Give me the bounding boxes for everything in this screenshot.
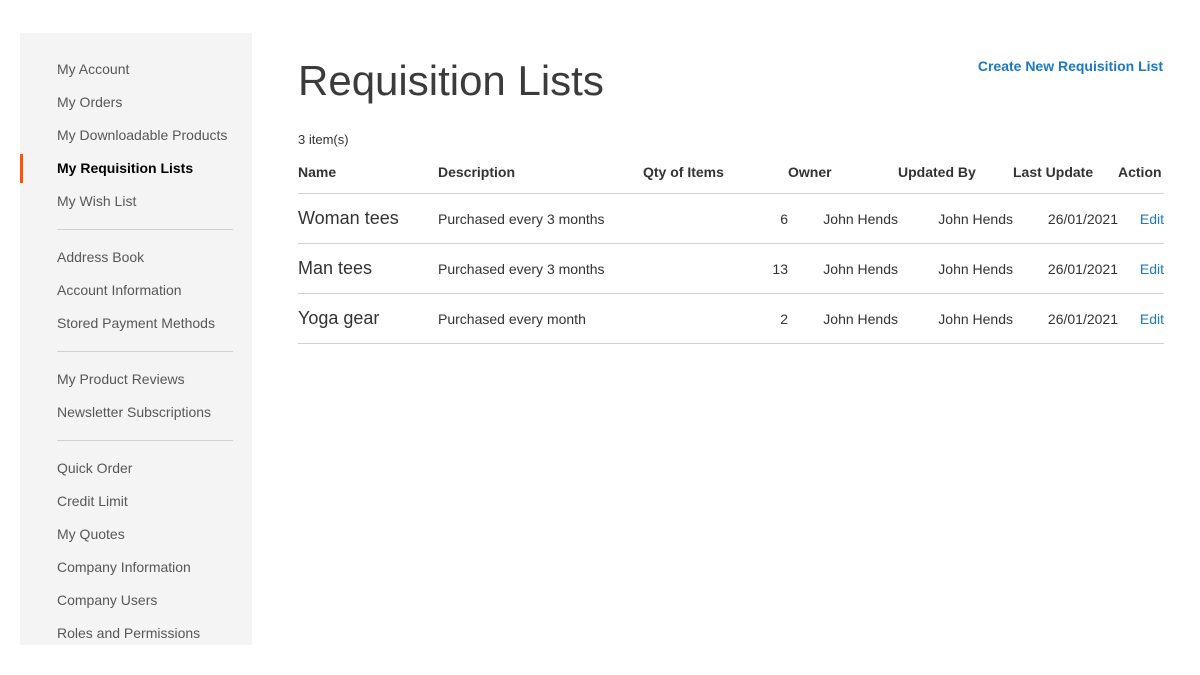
account-sidebar-nav: My Account My Orders My Downloadable Produ… bbox=[20, 33, 252, 645]
sidebar-item-my-wish-list[interactable]: My Wish List bbox=[20, 185, 252, 218]
column-header-action: Action bbox=[1118, 164, 1164, 194]
cell-desc: Purchased every 3 months bbox=[438, 243, 643, 294]
cell-action: Edit bbox=[1118, 293, 1164, 344]
cell-date: 26/01/2021 bbox=[1013, 293, 1118, 344]
table-row: Woman tees Purchased every 3 months 6 John … bbox=[298, 193, 1164, 244]
sidebar-item-my-requisition-lists[interactable]: My Requisition Lists bbox=[20, 152, 252, 185]
sidebar-item-credit-limit[interactable]: Credit Limit bbox=[20, 485, 252, 518]
sidebar-item-account-information[interactable]: Account Information bbox=[20, 274, 252, 307]
sidebar-item-my-account[interactable]: My Account bbox=[20, 53, 252, 86]
cell-action: Edit bbox=[1118, 193, 1164, 244]
cell-desc: Purchased every month bbox=[438, 293, 643, 344]
sidebar-item-my-downloadable-products[interactable]: My Downloadable Products bbox=[20, 119, 252, 152]
cell-owner: John Hends bbox=[788, 193, 898, 244]
sidebar-active-accent-bar bbox=[20, 154, 23, 183]
cell-updated: John Hends bbox=[898, 193, 1013, 244]
sidebar-item-label: Roles and Permissions bbox=[57, 625, 201, 641]
cell-qty: 13 bbox=[643, 243, 788, 294]
sidebar-group: Address Book Account Information Stored Pa… bbox=[20, 241, 252, 340]
sidebar-divider bbox=[57, 229, 233, 230]
cell-name: Man tees bbox=[298, 243, 438, 294]
sidebar-item-label: My Downloadable Products bbox=[57, 127, 228, 143]
sidebar-item-label: Credit Limit bbox=[57, 493, 128, 509]
edit-link[interactable]: Edit bbox=[1140, 311, 1164, 327]
column-header-owner: Owner bbox=[788, 164, 898, 194]
column-header-desc: Description bbox=[438, 164, 643, 194]
sidebar-item-address-book[interactable]: Address Book bbox=[20, 241, 252, 274]
sidebar-item-label: Address Book bbox=[57, 249, 145, 265]
sidebar-item-label: My Quotes bbox=[57, 526, 125, 542]
edit-link[interactable]: Edit bbox=[1140, 261, 1164, 277]
table-body: Woman tees Purchased every 3 months 6 John … bbox=[298, 193, 1164, 344]
sidebar-item-stored-payment-methods[interactable]: Stored Payment Methods bbox=[20, 307, 252, 340]
create-new-requisition-list-link[interactable]: Create New Requisition List bbox=[978, 58, 1163, 74]
sidebar-item-company-users[interactable]: Company Users bbox=[20, 584, 252, 617]
cell-desc: Purchased every 3 months bbox=[438, 193, 643, 244]
sidebar-item-label: Company Users bbox=[57, 592, 158, 608]
sidebar-item-label: Company Information bbox=[57, 559, 191, 575]
sidebar-item-newsletter-subscriptions[interactable]: Newsletter Subscriptions bbox=[20, 396, 252, 429]
cell-updated: John Hends bbox=[898, 293, 1013, 344]
cell-qty: 6 bbox=[643, 193, 788, 244]
sidebar-item-label: My Requisition Lists bbox=[57, 160, 194, 176]
cell-updated: John Hends bbox=[898, 243, 1013, 294]
table-row: Yoga gear Purchased every month 2 John Hend… bbox=[298, 293, 1164, 344]
sidebar-group: My Product Reviews Newsletter Subscriptio… bbox=[20, 363, 252, 429]
sidebar-item-label: My Wish List bbox=[57, 193, 137, 209]
table-header: Name Description Qty of Items Owner Updated … bbox=[298, 164, 1164, 194]
cell-name: Yoga gear bbox=[298, 293, 438, 344]
cell-action: Edit bbox=[1118, 243, 1164, 294]
sidebar-item-label: Newsletter Subscriptions bbox=[57, 404, 212, 420]
cell-owner: John Hends bbox=[788, 243, 898, 294]
sidebar-item-company-information[interactable]: Company Information bbox=[20, 551, 252, 584]
sidebar-item-label: My Product Reviews bbox=[57, 371, 185, 387]
sidebar-divider bbox=[57, 440, 233, 441]
column-header-qty: Qty of Items bbox=[643, 164, 788, 194]
page-title: Requisition Lists bbox=[298, 57, 604, 105]
cell-date: 26/01/2021 bbox=[1013, 243, 1118, 294]
sidebar-item-my-product-reviews[interactable]: My Product Reviews bbox=[20, 363, 252, 396]
main-content: Requisition Lists Create New Requisition… bbox=[298, 0, 1164, 344]
sidebar-group: My Account My Orders My Downloadable Produ… bbox=[20, 53, 252, 218]
sidebar-group: Quick Order Credit Limit My Quotes Company … bbox=[20, 452, 252, 650]
table-row: Man tees Purchased every 3 months 13 John H… bbox=[298, 243, 1164, 294]
sidebar-item-my-orders[interactable]: My Orders bbox=[20, 86, 252, 119]
page-header: Requisition Lists Create New Requisition… bbox=[298, 0, 1164, 103]
requisition-lists-table: Name Description Qty of Items Owner Updated … bbox=[298, 164, 1164, 344]
cell-qty: 2 bbox=[643, 293, 788, 344]
edit-link[interactable]: Edit bbox=[1140, 211, 1164, 227]
column-header-updated: Updated By bbox=[898, 164, 1013, 194]
table-header-row: Name Description Qty of Items Owner Updated … bbox=[298, 164, 1164, 194]
column-header-name: Name bbox=[298, 164, 438, 194]
item-count-label: 3 item(s) bbox=[298, 132, 349, 147]
sidebar-item-label: Account Information bbox=[57, 282, 182, 298]
sidebar-item-my-quotes[interactable]: My Quotes bbox=[20, 518, 252, 551]
sidebar-item-label: Quick Order bbox=[57, 460, 133, 476]
cell-name: Woman tees bbox=[298, 193, 438, 244]
column-header-date: Last Update bbox=[1013, 164, 1118, 194]
cell-owner: John Hends bbox=[788, 293, 898, 344]
sidebar-item-label: Stored Payment Methods bbox=[57, 315, 215, 331]
sidebar-item-roles-and-permissions[interactable]: Roles and Permissions bbox=[20, 617, 252, 650]
sidebar-item-label: My Orders bbox=[57, 94, 123, 110]
sidebar-item-quick-order[interactable]: Quick Order bbox=[20, 452, 252, 485]
cell-date: 26/01/2021 bbox=[1013, 193, 1118, 244]
sidebar-divider bbox=[57, 351, 233, 352]
sidebar-item-label: My Account bbox=[57, 61, 130, 77]
